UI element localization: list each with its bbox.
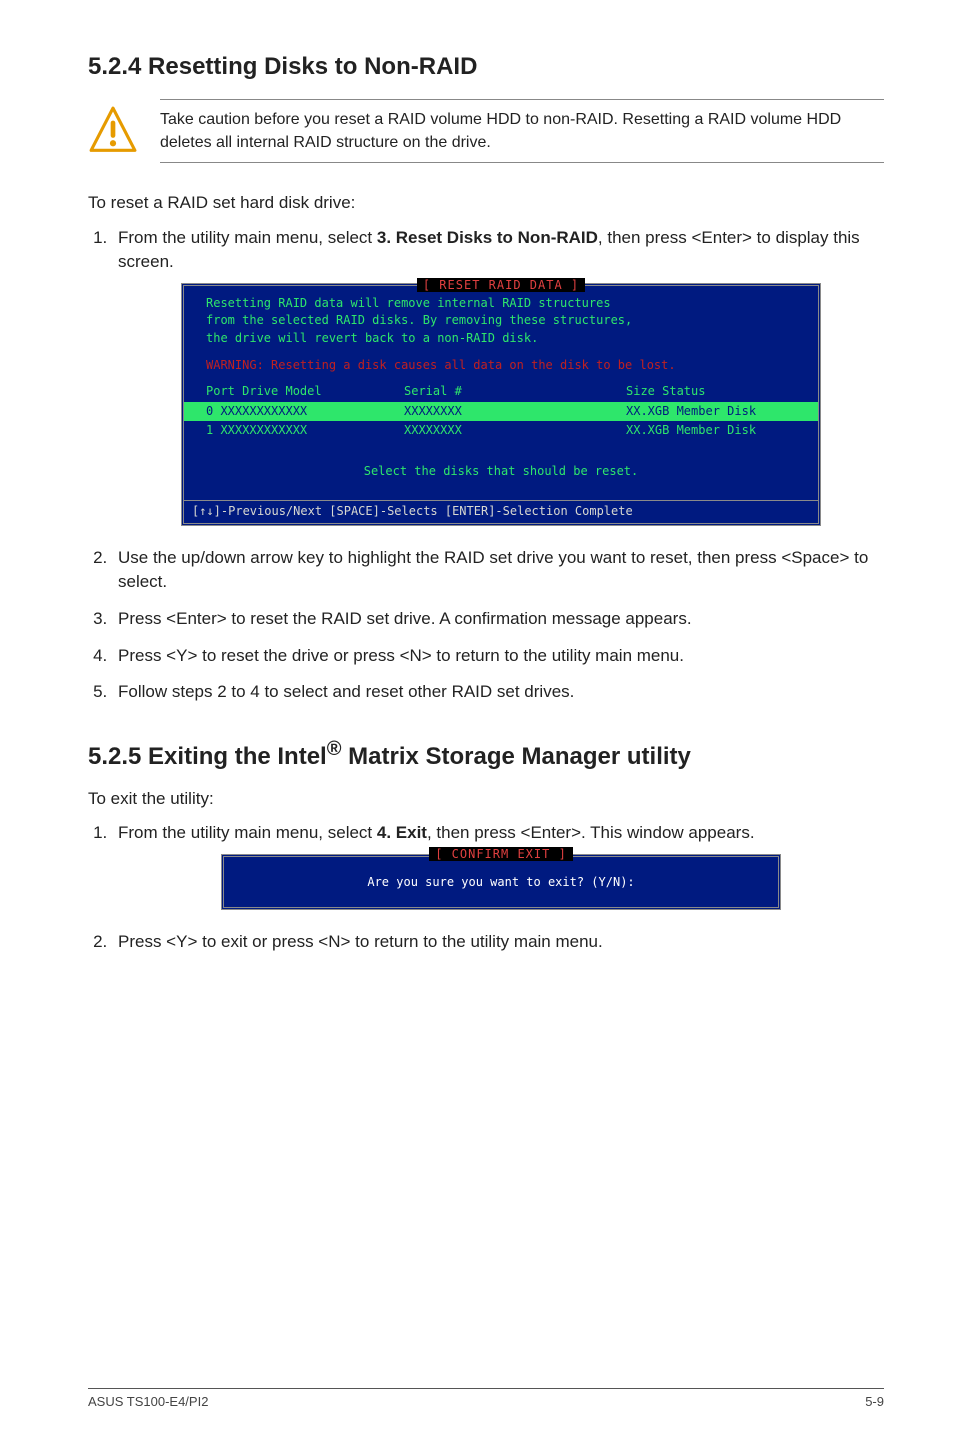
footer-left: ASUS TS100-E4/PI2 — [88, 1393, 208, 1412]
bios-reset-panel: [ RESET RAID DATA ] Resetting RAID data … — [181, 283, 821, 526]
bios-exit-titlebar: [ CONFIRM EXIT ] — [224, 846, 778, 860]
bios-reset-titlebar: [ RESET RAID DATA ] — [184, 277, 818, 291]
page-footer: ASUS TS100-E4/PI2 5-9 — [88, 1388, 884, 1412]
step-524-2: Use the up/down arrow key to highlight t… — [112, 546, 884, 595]
bios-row-0-c1: 0 XXXXXXXXXXXX — [206, 403, 404, 420]
step-524-5: Follow steps 2 to 4 to select and reset … — [112, 680, 884, 705]
caution-text: Take caution before you reset a RAID vol… — [160, 99, 884, 163]
bios-h-serial: Serial # — [404, 383, 602, 400]
section-525-title-pre: 5.2.5 Exiting the Intel — [88, 743, 327, 770]
step-524-3: Press <Enter> to reset the RAID set driv… — [112, 607, 884, 632]
bios-row-1-c3: XX.XGB Member Disk — [602, 422, 800, 439]
section-525-title: 5.2.5 Exiting the Intel® Matrix Storage … — [88, 735, 884, 775]
section-525-title-post: Matrix Storage Manager utility — [341, 743, 690, 770]
lead-525: To exit the utility: — [88, 787, 884, 812]
bios-row-1-c1: 1 XXXXXXXXXXXX — [206, 422, 404, 439]
bios-exit-panel: [ CONFIRM EXIT ] Are you sure you want t… — [221, 854, 781, 910]
bios-row-0-c2: XXXXXXXX — [404, 403, 602, 420]
steps-525: From the utility main menu, select 4. Ex… — [88, 821, 884, 955]
caution-icon — [88, 105, 138, 155]
section-524-title: 5.2.4 Resetting Disks to Non-RAID — [88, 50, 884, 85]
bios-reset-warning: WARNING: Resetting a disk causes all dat… — [184, 353, 818, 382]
bios-h-size: Size Status — [602, 383, 800, 400]
bios-row-0[interactable]: 0 XXXXXXXXXXXX XXXXXXXX XX.XGB Member Di… — [184, 402, 818, 421]
step-525-2: Press <Y> to exit or press <N> to return… — [112, 930, 884, 955]
bios-row-0-c3: XX.XGB Member Disk — [602, 403, 800, 420]
step-524-1-pre: From the utility main menu, select — [118, 228, 377, 247]
bios-h-port: Port Drive Model — [206, 383, 404, 400]
bios-reset-paragraph: Resetting RAID data will remove internal… — [184, 291, 818, 353]
bios-reset-footer: [↑↓]-Previous/Next [SPACE]-Selects [ENTE… — [184, 500, 818, 522]
step-524-1-bold: 3. Reset Disks to Non-RAID — [377, 228, 598, 247]
step-524-4: Press <Y> to reset the drive or press <N… — [112, 644, 884, 669]
bios-exit-msg: Are you sure you want to exit? (Y/N): — [224, 860, 778, 897]
step-524-1: From the utility main menu, select 3. Re… — [112, 226, 884, 526]
step-525-1-post: , then press <Enter>. This window appear… — [427, 823, 755, 842]
bios-row-1[interactable]: 1 XXXXXXXXXXXX XXXXXXXX XX.XGB Member Di… — [184, 421, 818, 440]
step-525-1: From the utility main menu, select 4. Ex… — [112, 821, 884, 910]
bios-reset-title: [ RESET RAID DATA ] — [417, 278, 585, 292]
bios-exit-title: [ CONFIRM EXIT ] — [429, 847, 573, 861]
bios-reset-note: Select the disks that should be reset. — [184, 441, 818, 500]
step-525-1-pre: From the utility main menu, select — [118, 823, 377, 842]
caution-block: Take caution before you reset a RAID vol… — [88, 99, 884, 163]
bios-row-1-c2: XXXXXXXX — [404, 422, 602, 439]
steps-524: From the utility main menu, select 3. Re… — [88, 226, 884, 705]
step-525-1-bold: 4. Exit — [377, 823, 427, 842]
registered-icon: ® — [327, 738, 342, 760]
bios-reset-header: Port Drive Model Serial # Size Status — [184, 383, 818, 402]
footer-right: 5-9 — [865, 1393, 884, 1412]
lead-524: To reset a RAID set hard disk drive: — [88, 191, 884, 216]
